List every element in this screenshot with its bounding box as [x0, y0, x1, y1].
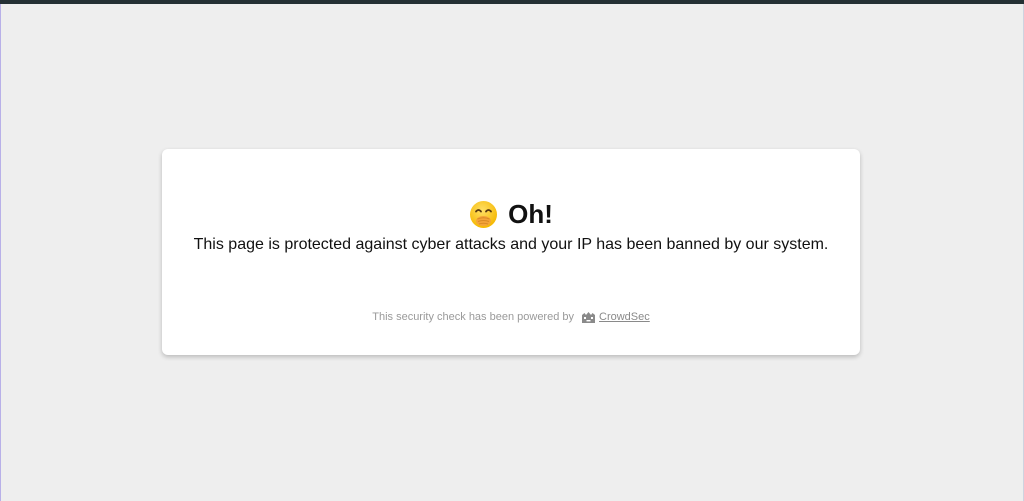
hand-over-mouth-emoji-icon: [469, 200, 498, 229]
left-edge-divider: [0, 4, 1, 501]
footer: This security check has been powered by …: [162, 309, 860, 325]
page-title: Oh!: [508, 199, 553, 229]
powered-by-text: This security check has been powered by: [372, 311, 575, 323]
top-bar: [0, 0, 1024, 4]
crowdsec-link[interactable]: CrowdSec: [599, 311, 650, 323]
ban-message-card: Oh! This page is protected against cyber…: [162, 149, 860, 355]
title-row: Oh!: [162, 198, 860, 230]
crowdsec-logo-icon: [581, 311, 596, 324]
ban-message: This page is protected against cyber att…: [193, 236, 829, 253]
